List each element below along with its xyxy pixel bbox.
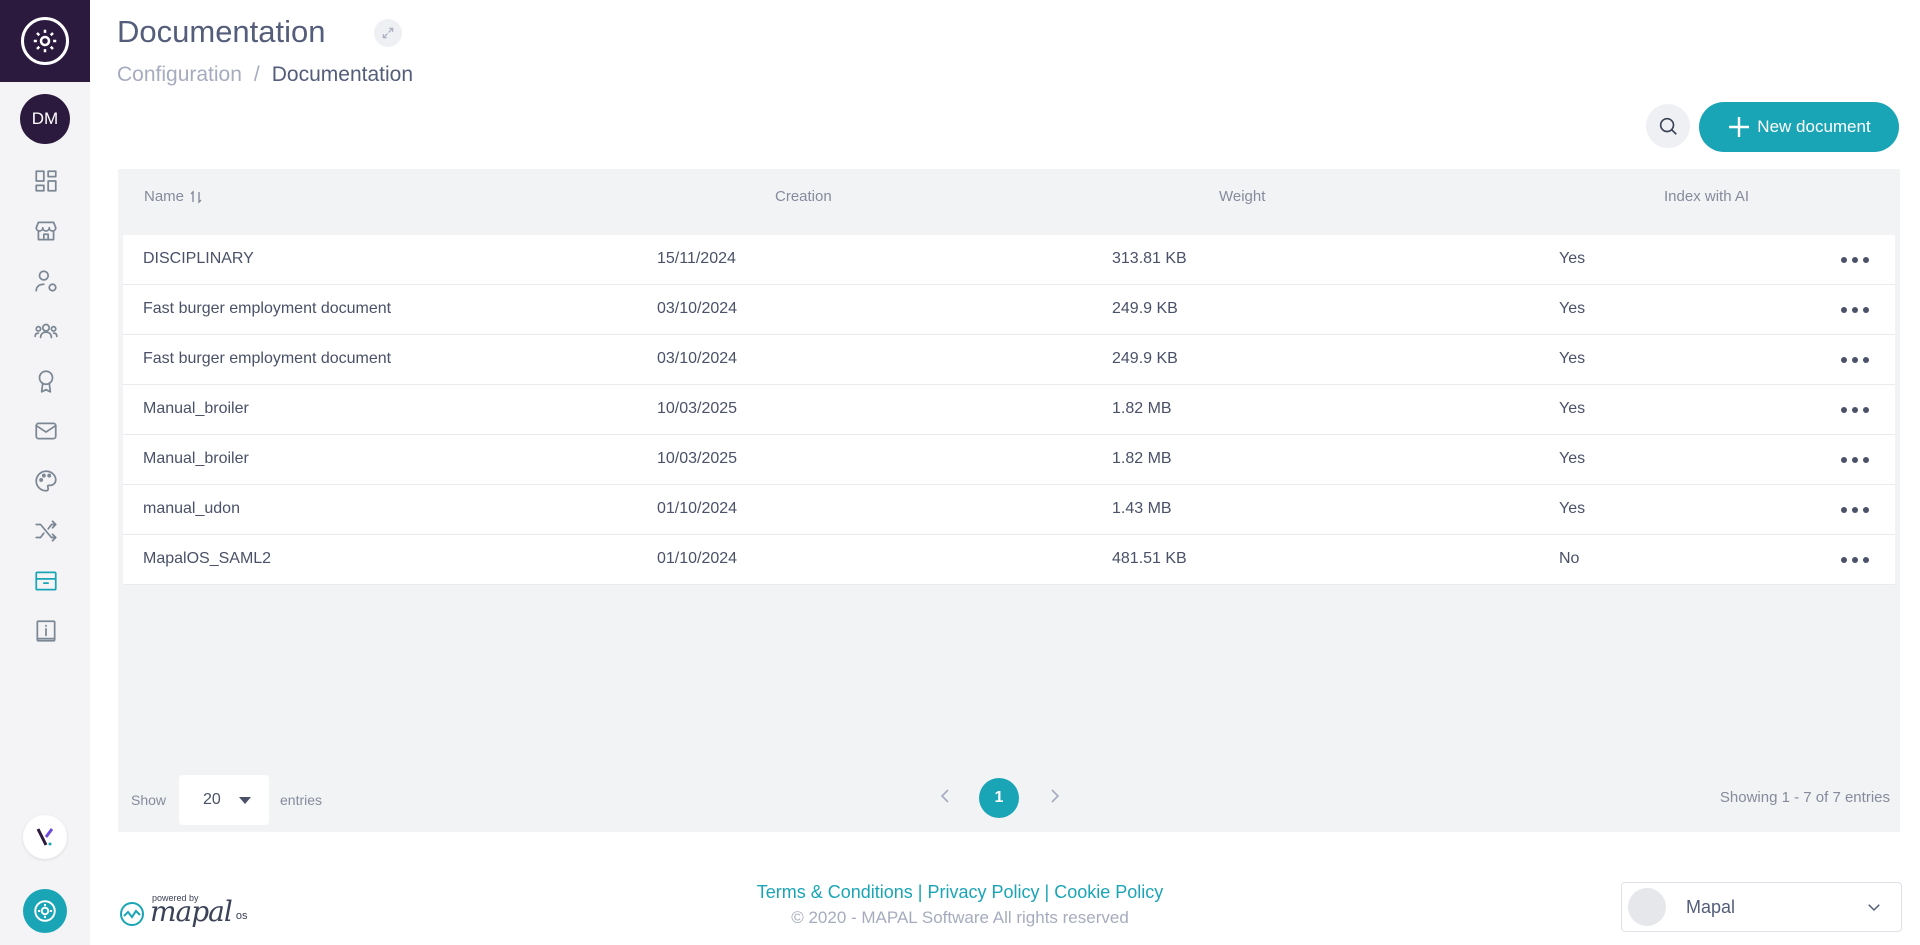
palette-icon[interactable] xyxy=(33,468,59,494)
grid-icon[interactable] xyxy=(33,168,59,194)
cell-creation: 03/10/2024 xyxy=(657,350,738,367)
new-document-button[interactable]: New document xyxy=(1699,102,1899,152)
cell-creation: 10/03/2025 xyxy=(657,400,738,417)
footer-link-separator: | xyxy=(1044,882,1050,902)
chevron-left-icon xyxy=(940,789,949,803)
organization-name: Mapal xyxy=(1686,896,1736,917)
cell-weight: 1.43 MB xyxy=(1112,500,1172,517)
cell-creation: 03/10/2024 xyxy=(657,300,738,317)
chevron-right-icon xyxy=(1051,789,1060,803)
cell-creation: 01/10/2024 xyxy=(657,500,738,517)
cell-index-ai: Yes xyxy=(1559,250,1586,267)
user-gear-icon[interactable] xyxy=(33,268,59,294)
cell-weight: 1.82 MB xyxy=(1112,450,1172,467)
pagination-summary: Showing 1 - 7 of 7 entries xyxy=(1719,789,1890,806)
cookie-link[interactable]: Cookie Policy xyxy=(1054,882,1163,902)
caret-down-icon xyxy=(239,797,251,804)
table-row[interactable]: Manual_broiler 10/03/2025 1.82 MB Yes xyxy=(123,435,1895,485)
cell-creation: 15/11/2024 xyxy=(657,250,736,267)
cell-creation: 01/10/2024 xyxy=(657,550,738,567)
sidebar: DM xyxy=(0,0,90,945)
cell-index-ai: Yes xyxy=(1559,350,1586,367)
breadcrumb-configuration[interactable]: Configuration xyxy=(117,63,242,87)
badge-icon[interactable] xyxy=(33,368,59,394)
more-options-icon[interactable] xyxy=(1841,551,1869,569)
documents-table: Name Creation Weight Index with AI DISCI… xyxy=(118,169,1900,832)
table-row[interactable]: Manual_broiler 10/03/2025 1.82 MB Yes xyxy=(123,385,1895,435)
new-document-label: New document xyxy=(1757,117,1871,136)
search-icon xyxy=(1659,117,1677,135)
column-header-index-ai: Index with AI xyxy=(1664,188,1750,205)
page-title: Documentation xyxy=(117,14,326,49)
cell-name[interactable]: DISCIPLINARY xyxy=(143,250,254,268)
more-options-icon[interactable] xyxy=(1841,401,1869,419)
users-icon[interactable] xyxy=(33,318,59,344)
shuffle-icon[interactable] xyxy=(33,518,59,544)
page-size-select[interactable]: 20 xyxy=(179,775,269,825)
terms-link[interactable]: Terms & Conditions xyxy=(757,882,913,902)
app-switcher-icon[interactable] xyxy=(23,815,67,859)
cell-weight: 249.9 KB xyxy=(1112,350,1178,367)
cell-index-ai: Yes xyxy=(1559,300,1586,317)
column-header-weight: Weight xyxy=(1219,188,1266,205)
search-button[interactable] xyxy=(1646,104,1690,148)
more-options-icon[interactable] xyxy=(1841,451,1869,469)
cell-index-ai: No xyxy=(1559,550,1580,567)
breadcrumb: Configuration / Documentation xyxy=(117,63,413,87)
more-options-icon[interactable] xyxy=(1841,501,1869,519)
mail-icon[interactable] xyxy=(33,418,59,444)
page-size-value: 20 xyxy=(203,791,221,808)
entries-label: entries xyxy=(280,792,323,808)
previous-page-button[interactable] xyxy=(933,784,957,808)
app-logo[interactable] xyxy=(0,0,90,82)
table-header: Name Creation Weight Index with AI xyxy=(118,169,1900,224)
show-label: Show xyxy=(131,792,167,808)
page-number-button[interactable]: 1 xyxy=(979,778,1019,818)
cell-weight: 481.51 KB xyxy=(1112,550,1187,567)
cell-index-ai: Yes xyxy=(1559,450,1586,467)
sort-icon xyxy=(190,189,202,204)
cell-name[interactable]: Manual_broiler xyxy=(143,400,249,418)
table-body: DISCIPLINARY 15/11/2024 313.81 KB Yes Fast b… xyxy=(123,235,1895,585)
archive-icon[interactable] xyxy=(33,568,59,594)
expand-icon[interactable] xyxy=(374,19,402,47)
cell-name[interactable]: MapalOS_SAML2 xyxy=(143,550,271,568)
breadcrumb-documentation: Documentation xyxy=(271,63,414,86)
cell-creation: 10/03/2025 xyxy=(657,450,738,467)
cell-name[interactable]: Manual_broiler xyxy=(143,450,249,468)
more-options-icon[interactable] xyxy=(1841,301,1869,319)
cell-name[interactable]: manual_udon xyxy=(143,500,240,518)
table-row[interactable]: DISCIPLINARY 15/11/2024 313.81 KB Yes xyxy=(123,235,1895,285)
organization-avatar xyxy=(1628,888,1666,926)
plus-icon xyxy=(1729,117,1750,137)
cell-index-ai: Yes xyxy=(1559,500,1586,517)
column-name-label: Name xyxy=(144,188,185,205)
column-header-creation: Creation xyxy=(775,188,832,205)
column-header-name[interactable]: Name xyxy=(144,188,202,205)
more-options-icon[interactable] xyxy=(1841,351,1869,369)
table-row[interactable]: MapalOS_SAML2 01/10/2024 481.51 KB No xyxy=(123,535,1895,585)
next-page-button[interactable] xyxy=(1043,784,1067,808)
cell-weight: 1.82 MB xyxy=(1112,400,1172,417)
info-book-icon[interactable] xyxy=(33,618,59,644)
cell-weight: 313.81 KB xyxy=(1112,250,1187,267)
cell-index-ai: Yes xyxy=(1559,400,1586,417)
cell-name[interactable]: Fast burger employment document xyxy=(143,350,391,368)
cell-name[interactable]: Fast burger employment document xyxy=(143,300,391,318)
more-options-icon[interactable] xyxy=(1841,251,1869,269)
user-avatar[interactable]: DM xyxy=(20,94,70,144)
privacy-link[interactable]: Privacy Policy xyxy=(927,882,1039,902)
footer-link-separator: | xyxy=(917,882,923,902)
chevron-down-icon xyxy=(1868,904,1880,912)
table-row[interactable]: Fast burger employment document 03/10/202… xyxy=(123,285,1895,335)
organization-select[interactable]: Mapal xyxy=(1621,882,1902,932)
table-row[interactable]: manual_udon 01/10/2024 1.43 MB Yes xyxy=(123,485,1895,535)
gear-logo-icon xyxy=(21,17,69,65)
table-row[interactable]: Fast burger employment document 03/10/202… xyxy=(123,335,1895,385)
store-icon[interactable] xyxy=(33,218,59,244)
breadcrumb-separator: / xyxy=(253,63,260,86)
cell-weight: 249.9 KB xyxy=(1112,300,1178,317)
